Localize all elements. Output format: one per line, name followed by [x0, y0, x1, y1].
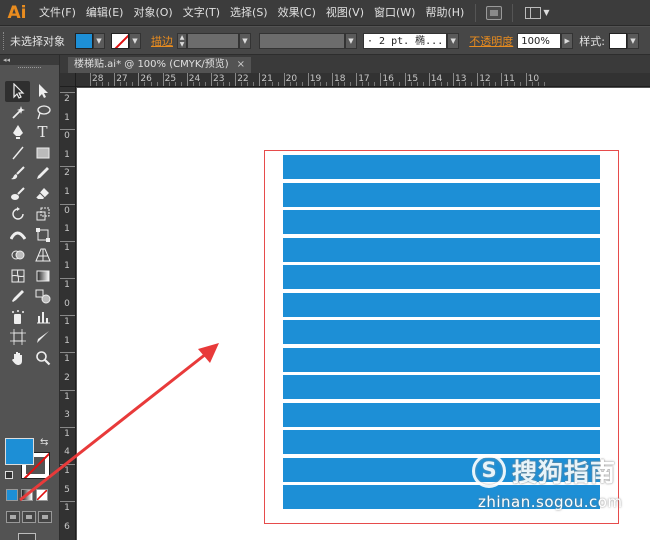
fill-swatch[interactable] [5, 438, 34, 465]
sogou-logo-icon: S [472, 454, 506, 488]
watermark: S 搜狗指南 [472, 453, 616, 489]
watermark-url: zhinan.sogou.com [478, 493, 623, 511]
watermark-brand: 搜狗指南 [512, 458, 617, 487]
